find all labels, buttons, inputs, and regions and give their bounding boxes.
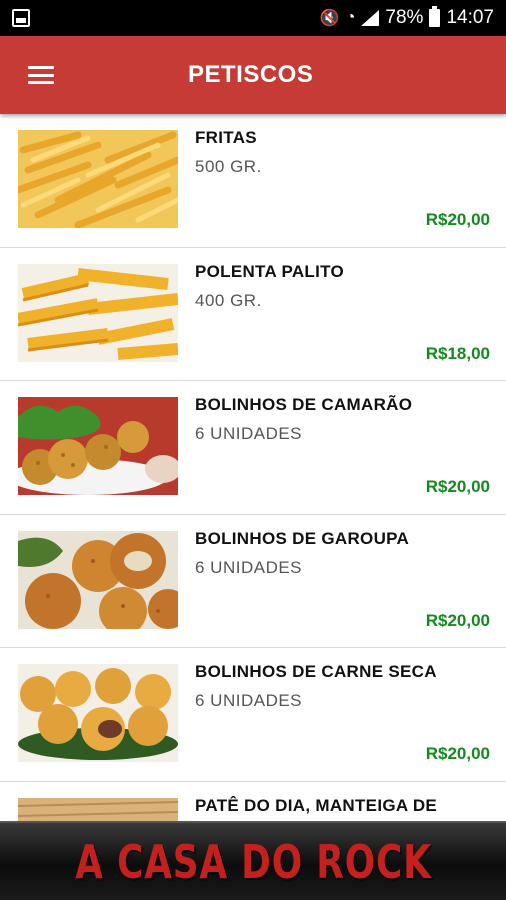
list-item[interactable]: BOLINHOS DE GAROUPA 6 UNIDADES R$20,00 (0, 515, 506, 648)
shrimp-croquettes-image (18, 397, 178, 495)
signal-icon (361, 10, 380, 26)
product-list[interactable]: FRITAS 500 GR. R$20,00 POLENTA PALITO 40… (0, 114, 506, 821)
french-fries-image (18, 130, 178, 228)
item-price: R$18,00 (425, 343, 490, 363)
item-desc: 400 GR. (195, 290, 262, 310)
brand-banner: A CASA DO ROCK (0, 821, 506, 900)
status-bar: 🔇 ◔ 78% 14:07 (0, 0, 506, 36)
grouper-croquettes-image (18, 530, 178, 629)
item-name: PATÊ DO DIA, MANTEIGA DE (195, 795, 438, 815)
bread-pate-image (18, 797, 178, 821)
item-price: R$20,00 (425, 210, 490, 229)
page-title: PETISCOS (188, 61, 314, 88)
item-price: R$20,00 (425, 744, 490, 763)
menu-button[interactable] (0, 36, 82, 114)
wifi-icon: ◔ (345, 9, 356, 26)
list-item[interactable]: FRITAS 500 GR. R$20,00 (0, 114, 506, 248)
item-name: FRITAS (195, 128, 257, 147)
list-item[interactable]: BOLINHOS DE CARNE SECA 6 UNIDADES R$20,0… (0, 648, 506, 782)
gallery-icon (12, 9, 30, 27)
battery-icon (429, 6, 441, 27)
item-desc: 500 GR. (195, 157, 262, 176)
item-desc: 6 UNIDADES (195, 557, 303, 577)
item-name: BOLINHOS DE GAROUPA (195, 528, 410, 548)
list-item[interactable]: BOLINHOS DE CAMARÃO 6 UNIDADES R$20,00 (0, 381, 506, 515)
app-bar: PETISCOS (0, 36, 506, 114)
item-name: POLENTA PALITO (195, 261, 345, 281)
item-price: R$20,00 (425, 477, 490, 496)
clock: 14:07 (446, 7, 494, 28)
item-desc: 6 UNIDADES (195, 691, 303, 710)
polenta-sticks-image (18, 263, 178, 362)
battery-percent: 78% (385, 7, 424, 28)
item-price: R$20,00 (425, 610, 490, 630)
item-name: BOLINHOS DE CARNE SECA (195, 662, 437, 681)
list-item[interactable]: PATÊ DO DIA, MANTEIGA DE (0, 782, 506, 821)
dried-beef-croquettes-image (18, 664, 178, 762)
hamburger-menu-icon (28, 66, 54, 84)
item-desc: 6 UNIDADES (195, 424, 303, 443)
item-name: BOLINHOS DE CAMARÃO (195, 395, 413, 414)
mute-icon: 🔇 (319, 10, 340, 27)
banner-logo-text: A CASA DO ROCK (74, 834, 432, 889)
list-item[interactable]: POLENTA PALITO 400 GR. R$18,00 (0, 248, 506, 381)
